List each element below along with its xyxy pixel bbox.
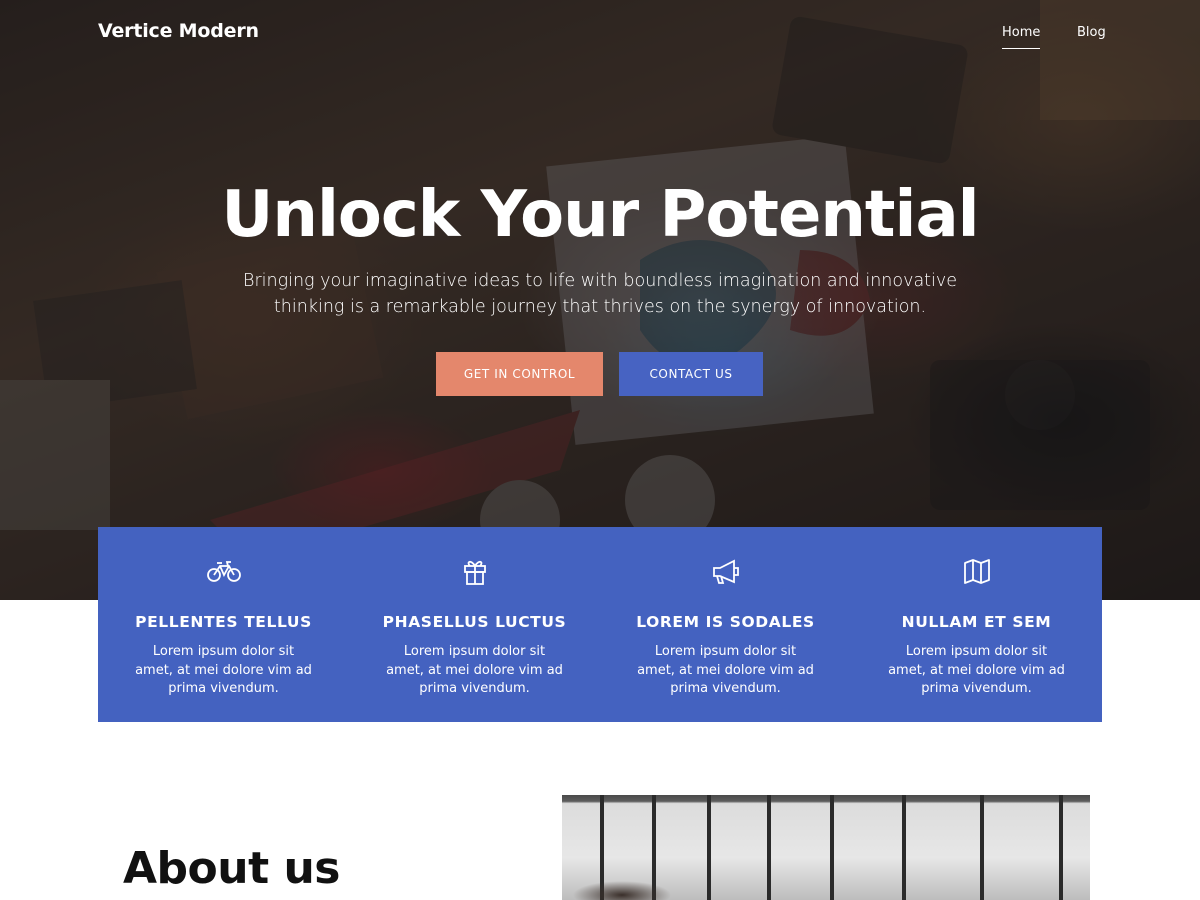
feature-title: NULLAM ET SEM [901, 613, 1052, 631]
feature-title: PHASELLUS LUCTUS [382, 613, 567, 631]
window-frame [767, 795, 771, 900]
window-frame [707, 795, 711, 900]
map-icon [959, 557, 995, 585]
feature-card: LOREM IS SODALES Lorem ipsum dolor sit a… [600, 527, 851, 722]
contact-us-button[interactable]: CONTACT US [619, 352, 763, 396]
feature-text: Lorem ipsum dolor sit amet, at mei dolor… [637, 644, 814, 696]
nav-item-home[interactable]: Home [1002, 25, 1041, 49]
person-silhouette [562, 870, 702, 900]
window-frame [830, 795, 834, 900]
get-in-control-button[interactable]: GET IN CONTROL [436, 352, 603, 396]
nav-item-blog[interactable]: Blog [1077, 25, 1106, 40]
feature-card: NULLAM ET SEM Lorem ipsum dolor sit amet… [851, 527, 1102, 722]
window-frame [1059, 795, 1063, 900]
bicycle-icon [206, 557, 242, 585]
feature-title: PELLENTES TELLUS [135, 613, 312, 631]
window-frame [902, 795, 906, 900]
megaphone-icon [708, 557, 744, 585]
feature-text: Lorem ipsum dolor sit amet, at mei dolor… [135, 644, 312, 696]
about-heading: About us [123, 843, 340, 894]
feature-card: PHASELLUS LUCTUS Lorem ipsum dolor sit a… [349, 527, 600, 722]
gift-icon [457, 557, 493, 585]
site-logo-text[interactable]: Vertice Modern [98, 20, 259, 42]
feature-title: LOREM IS SODALES [636, 613, 815, 631]
features-panel: PELLENTES TELLUS Lorem ipsum dolor sit a… [98, 527, 1102, 722]
feature-text: Lorem ipsum dolor sit amet, at mei dolor… [386, 644, 563, 696]
about-image [562, 795, 1090, 900]
hero-title: Unlock Your Potential [221, 178, 979, 252]
hero-subtitle: Bringing your imaginative ideas to life … [242, 271, 958, 317]
window-frame [980, 795, 984, 900]
top-navigation: Vertice Modern Home Blog [0, 0, 1200, 66]
feature-text: Lorem ipsum dolor sit amet, at mei dolor… [888, 644, 1065, 696]
hero-section: Vertice Modern Home Blog Unlock Your Pot… [0, 0, 1200, 600]
feature-card: PELLENTES TELLUS Lorem ipsum dolor sit a… [98, 527, 349, 722]
